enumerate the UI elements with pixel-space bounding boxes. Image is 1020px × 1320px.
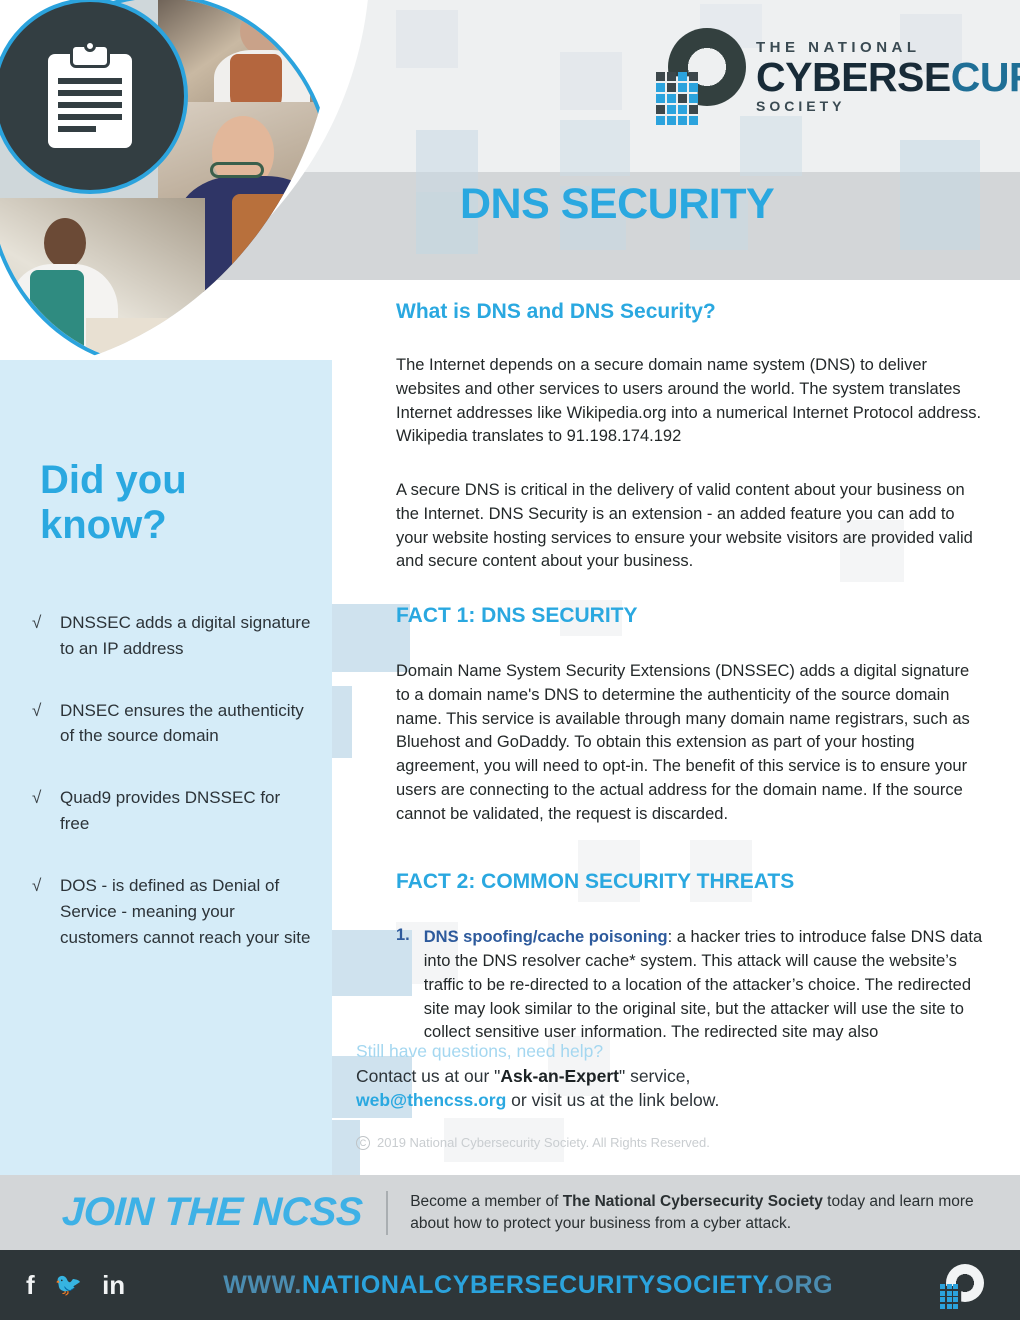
page-title: DNS SECURITY [460,180,775,228]
threat-term: DNS spoofing/cache poisoning [423,928,668,947]
threat-text: DNS spoofing/cache poisoning: a hacker t… [424,926,986,1045]
logo-line-society: SOCIETY [756,97,846,114]
url-www: WWW. [223,1270,302,1299]
intro-paragraph-2: A secure DNS is critical in the delivery… [396,481,973,571]
check-icon: √ [32,875,42,895]
logo-line-curity: CURITY [950,53,1020,100]
social-links: f 🐦 in [26,1272,125,1298]
ask-an-expert-label: Ask-an-Expert [500,1065,619,1086]
did-you-know-sidebar: Did you know? √ DNSSEC adds a digital si… [0,360,332,1175]
contact-link-note: or visit us at the link below. [506,1090,720,1111]
footer-logo-icon [940,1264,984,1309]
logo-pixel-grid-icon [656,72,698,125]
infographic-page: THE NATIONAL CYBERSECURITY SOCIETY DNS S… [0,0,1020,1320]
list-item: √ DNSSEC adds a digital signature to an … [32,610,312,662]
copyright-text: 2019 National Cybersecurity Society. All… [377,1135,710,1151]
join-divider [386,1190,389,1235]
list-item: √ DNSEC ensures the authenticity of the … [32,698,312,750]
intro-paragraph-1: The Internet depends on a secure domain … [396,356,982,446]
twitter-icon[interactable]: 🐦 [55,1274,82,1296]
join-title: JOIN THE NCSS [60,1190,364,1234]
photo-collage [0,0,336,374]
sidebar-fact-text: DOS - is defined as Denial of Service - … [60,875,311,947]
photo-potter-man [0,198,205,365]
list-item: √ DOS - is defined as Denial of Service … [32,873,312,950]
contact-line-service: Contact us at our "Ask-an-Expert" servic… [356,1064,776,1089]
ncss-logo: THE NATIONAL CYBERSECURITY SOCIETY [650,26,1020,125]
website-url[interactable]: WWW.NATIONALCYBERSECURITYSOCIETY.ORG [223,1271,833,1300]
fact1-heading: FACT 1: DNS SECURITY [396,604,638,627]
check-icon: √ [32,700,42,720]
threat-list-item: 1. DNS spoofing/cache poisoning: a hacke… [396,926,986,1045]
check-icon: √ [32,788,42,808]
join-org-name: The National Cybersecurity Society [562,1192,823,1210]
join-banner: JOIN THE NCSS Become a member of The Nat… [0,1175,1020,1250]
clipboard-icon [48,40,132,148]
contact-question: Still have questions, need help? [356,1041,604,1061]
join-copy-pre: Become a member of [410,1192,563,1210]
contact-line-email: web@thencss.org or visit us at the link … [356,1088,776,1113]
email-link[interactable]: web@thencss.org [356,1090,506,1110]
list-item: √ Quad9 provides DNSSEC for free [32,785,312,837]
intro-heading: What is DNS and DNS Security? [396,300,716,323]
ncss-logo-mark-icon [650,26,746,125]
copyright-icon: C [356,1135,370,1150]
logo-line-cyberse: CYBERSE [756,53,951,100]
contact-post: " service, [619,1065,691,1086]
url-tld: .ORG [766,1270,834,1299]
contact-pre: Contact us at our " [356,1065,501,1086]
sidebar-fact-text: DNSSEC adds a digital signature to an IP… [60,613,311,658]
fact2-heading: FACT 2: COMMON SECURITY THREATS [396,870,795,894]
join-copy: Become a member of The National Cybersec… [410,1191,990,1235]
sidebar-facts-list: √ DNSSEC adds a digital signature to an … [32,610,312,986]
copyright-line: C 2019 National Cybersecurity Society. A… [356,1135,776,1150]
url-domain: NATIONALCYBERSECURITYSOCIETY [301,1270,767,1299]
fact1-body: Domain Name System Security Extensions (… [396,662,970,823]
sidebar-fact-text: DNSEC ensures the authenticity of the so… [60,700,304,746]
logo-line-the-national: THE NATIONAL [756,38,921,56]
sidebar-heading: Did you know? [40,458,187,548]
check-icon: √ [32,613,42,632]
main-content: What is DNS and DNS Security? The Intern… [396,300,986,1045]
footer-bar: f 🐦 in WWW.NATIONALCYBERSECURITYSOCIETY.… [0,1250,1020,1320]
linkedin-icon[interactable]: in [102,1272,125,1298]
facebook-icon[interactable]: f [26,1272,35,1298]
contact-block: Still have questions, need help? Contact… [356,1040,776,1150]
sidebar-fact-text: Quad9 provides DNSSEC for free [60,788,281,834]
threat-number: 1. [396,926,410,945]
